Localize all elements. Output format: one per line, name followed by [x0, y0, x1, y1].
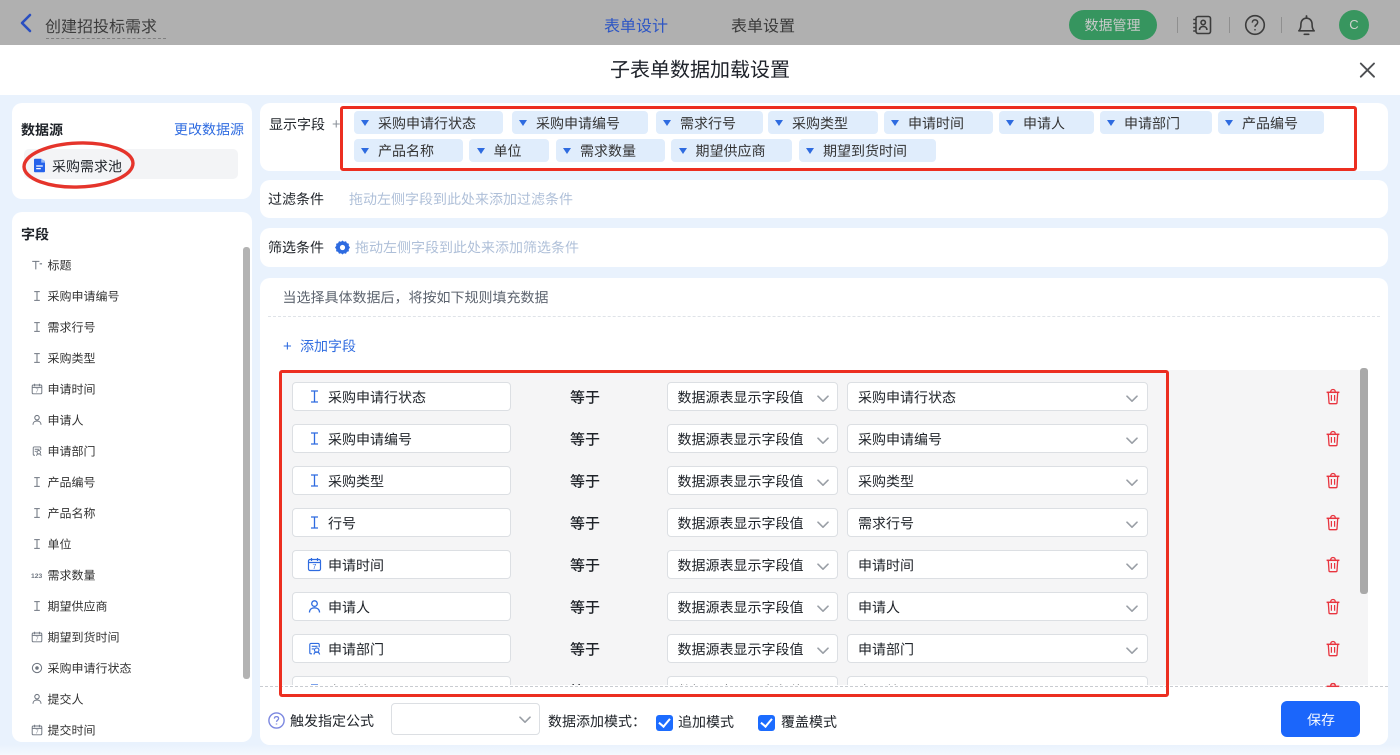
- svg-text:7: 7: [35, 389, 38, 395]
- svg-text:7: 7: [35, 730, 38, 736]
- svg-text:7: 7: [35, 637, 38, 643]
- svg-text:123: 123: [31, 573, 43, 580]
